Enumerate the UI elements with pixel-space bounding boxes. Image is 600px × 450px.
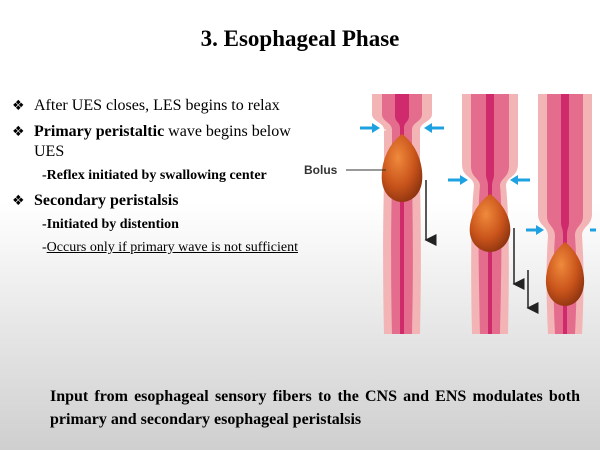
sub-bullet-text: Initiated by distention (46, 217, 179, 232)
bullet-diamond-icon: ❖ (12, 193, 25, 209)
esophagus-segment-1 (372, 94, 432, 334)
bullet-text: After UES closes, LES begins to relax (34, 97, 280, 114)
sub-bullet-text: Occurs only if primary wave is not suffi… (46, 240, 298, 255)
bullet-item: ❖ Secondary peristalsis (12, 191, 302, 211)
sub-bullet-item: -Initiated by distention (42, 217, 179, 232)
bullet-item: ❖ Primary peristaltic wave begins below … (12, 122, 302, 162)
bullet-diamond-icon: ❖ (12, 98, 25, 114)
sub-bullet-text: Reflex initiated by swallowing center (46, 168, 267, 183)
bolus-label: Bolus (304, 163, 338, 177)
bullet-diamond-icon: ❖ (12, 124, 25, 140)
bullet-bold-text: Secondary peristalsis (34, 192, 179, 209)
sub-bullet-item: -Reflex initiated by swallowing center (42, 168, 267, 183)
bullet-list: ❖ After UES closes, LES begins to relax … (12, 96, 302, 257)
esophagus-segment-3 (538, 94, 592, 334)
footer-note: Input from esophageal sensory fibers to … (50, 388, 580, 428)
bullet-bold-text: Primary peristaltic (34, 123, 165, 140)
esophagus-peristalsis-figure: Bolus (304, 94, 596, 334)
slide-title: 3. Esophageal Phase (200, 26, 400, 51)
esophagus-segment-2 (462, 94, 518, 334)
sub-bullet-item: -Occurs only if primary wave is not suff… (42, 240, 298, 255)
bullet-item: ❖ After UES closes, LES begins to relax (12, 96, 302, 116)
